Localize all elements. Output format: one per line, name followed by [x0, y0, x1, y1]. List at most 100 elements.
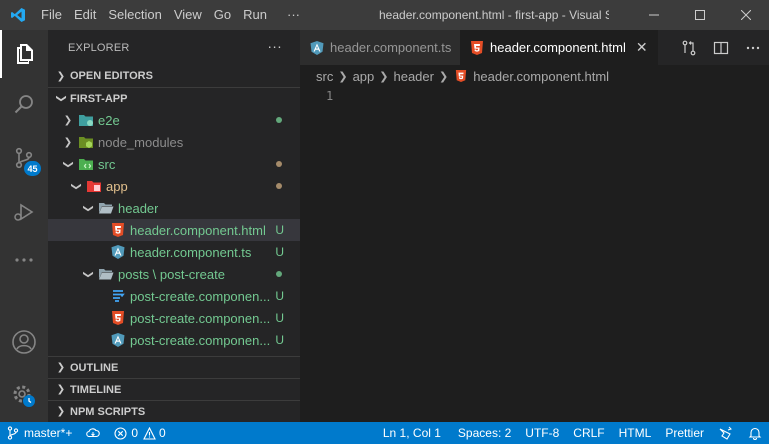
- explorer-header: EXPLORER ···: [48, 30, 300, 65]
- project-root-section[interactable]: ❯ FIRST-APP: [48, 87, 300, 109]
- status-bar: master*+ 0 0 Ln 1, Col 1 Spaces: 2 UTF-8…: [0, 422, 769, 444]
- breadcrumb-src[interactable]: src: [316, 69, 333, 84]
- chevron-down-icon: ❯: [82, 269, 94, 279]
- chevron-down-icon: ❯: [62, 159, 74, 169]
- close-tab-icon[interactable]: ✕: [636, 39, 648, 56]
- notifications-bell-icon[interactable]: [741, 426, 769, 440]
- tree-file-post-create-html[interactable]: post-create.componen... U: [48, 307, 300, 329]
- warning-count: 0: [159, 426, 166, 440]
- close-window-button[interactable]: [723, 0, 769, 30]
- open-changes-icon[interactable]: [673, 40, 705, 56]
- menu-selection[interactable]: Selection: [102, 0, 167, 30]
- source-control-icon[interactable]: 45: [0, 134, 48, 182]
- line-ending[interactable]: CRLF: [566, 426, 611, 440]
- tree-file-post-create-css[interactable]: post-create.componen... U: [48, 285, 300, 307]
- chevron-down-icon: ❯: [55, 94, 67, 103]
- open-editors-section[interactable]: ❯ OPEN EDITORS: [48, 65, 300, 87]
- vscode-logo-icon: [0, 0, 35, 30]
- formatter[interactable]: Prettier: [658, 426, 711, 440]
- tree-file-header-html[interactable]: header.component.html U: [48, 219, 300, 241]
- tree-label: node_modules: [98, 134, 184, 150]
- tree-folder-app[interactable]: ❯ app: [48, 175, 300, 197]
- tree-folder-post-create[interactable]: ❯ posts \ post-create: [48, 263, 300, 285]
- explorer-more-icon[interactable]: ···: [267, 38, 282, 54]
- activity-bar: 45: [0, 30, 48, 422]
- error-count: 0: [131, 426, 139, 440]
- tree-file-header-ts[interactable]: header.component.ts U: [48, 241, 300, 263]
- breadcrumb: src ❯ app ❯ header ❯ header.component.ht…: [300, 65, 769, 87]
- untracked-dot: [276, 271, 282, 277]
- tree-label: post-create.componen...: [130, 310, 271, 326]
- folder-open-icon: [98, 200, 114, 216]
- feedback-icon[interactable]: [711, 426, 741, 440]
- more-views-icon[interactable]: [0, 236, 48, 284]
- chevron-right-icon: ❯: [56, 70, 66, 82]
- tab-header-html[interactable]: header.component.html ✕: [460, 30, 658, 65]
- tree-folder-node-modules[interactable]: ❯ node_modules: [48, 131, 300, 153]
- indentation[interactable]: Spaces: 2: [448, 426, 518, 440]
- chevron-down-icon: ❯: [82, 203, 94, 213]
- language-mode[interactable]: HTML: [612, 426, 659, 440]
- chevron-right-icon: ❯: [63, 136, 73, 148]
- menu-edit[interactable]: Edit: [68, 0, 102, 30]
- breadcrumb-header[interactable]: header: [393, 69, 433, 84]
- problems-indicator[interactable]: 0 0: [107, 426, 172, 440]
- encoding[interactable]: UTF-8: [518, 426, 566, 440]
- tree-file-post-create-ts[interactable]: post-create.componen... U: [48, 329, 300, 351]
- search-icon[interactable]: [0, 80, 48, 128]
- tree-folder-src[interactable]: ❯ src: [48, 153, 300, 175]
- minimize-button[interactable]: [631, 0, 677, 30]
- code-editor[interactable]: 1: [300, 87, 769, 422]
- css-file-icon: [110, 288, 126, 304]
- git-branch-icon: [7, 426, 19, 440]
- tree-folder-e2e[interactable]: ❯ e2e: [48, 109, 300, 131]
- outline-section[interactable]: ❯ OUTLINE: [48, 356, 300, 378]
- tree-label: header: [118, 200, 159, 216]
- npm-scripts-section[interactable]: ❯ NPM SCRIPTS: [48, 400, 300, 422]
- formatter-label: Prettier: [665, 426, 704, 440]
- open-editors-label: OPEN EDITORS: [70, 70, 153, 82]
- angular-file-icon: [110, 332, 126, 348]
- run-debug-icon[interactable]: [0, 188, 48, 236]
- modified-dot: [276, 183, 282, 189]
- menu-go[interactable]: Go: [208, 0, 237, 30]
- tree-label: header.component.ts: [130, 244, 252, 260]
- untracked-badge: U: [275, 311, 284, 325]
- language-label: HTML: [618, 426, 652, 440]
- folder-src-icon: [78, 156, 94, 172]
- menu-view[interactable]: View: [168, 0, 208, 30]
- tree-label: e2e: [98, 112, 120, 128]
- breadcrumb-file[interactable]: header.component.html: [473, 69, 609, 84]
- folder-app-icon: [86, 178, 102, 194]
- timeline-section[interactable]: ❯ TIMELINE: [48, 378, 300, 400]
- breadcrumb-app[interactable]: app: [353, 69, 375, 84]
- menu-more[interactable]: ···: [281, 0, 306, 30]
- more-actions-icon[interactable]: [737, 40, 769, 56]
- manage-gear-icon[interactable]: [0, 372, 48, 420]
- tree-label: post-create.componen...: [130, 288, 271, 304]
- accounts-icon[interactable]: [0, 318, 48, 366]
- tree-folder-header[interactable]: ❯ header: [48, 197, 300, 219]
- chevron-right-icon: ❯: [338, 70, 348, 83]
- tab-header-ts[interactable]: header.component.ts: [300, 30, 460, 65]
- sync-icon[interactable]: [79, 427, 107, 439]
- explorer-icon[interactable]: [0, 30, 48, 78]
- line-ending-label: CRLF: [573, 426, 605, 440]
- chevron-down-icon: ❯: [70, 181, 82, 191]
- maximize-button[interactable]: [677, 0, 723, 30]
- menu-run[interactable]: Run: [237, 0, 273, 30]
- untracked-badge: U: [275, 223, 284, 237]
- untracked-dot: [276, 117, 282, 123]
- html-file-icon: [470, 40, 484, 55]
- menu-file[interactable]: File: [35, 0, 68, 30]
- untracked-badge: U: [275, 333, 284, 347]
- untracked-badge: U: [275, 245, 284, 259]
- angular-file-icon: [310, 40, 324, 55]
- tree-label: posts \ post-create: [118, 266, 225, 282]
- cursor-position[interactable]: Ln 1, Col 1: [376, 426, 448, 440]
- split-editor-icon[interactable]: [705, 40, 737, 56]
- html-file-icon: [110, 222, 126, 238]
- chevron-right-icon: ❯: [56, 384, 66, 395]
- line-number: 1: [326, 89, 334, 103]
- branch-indicator[interactable]: master*+: [0, 426, 79, 440]
